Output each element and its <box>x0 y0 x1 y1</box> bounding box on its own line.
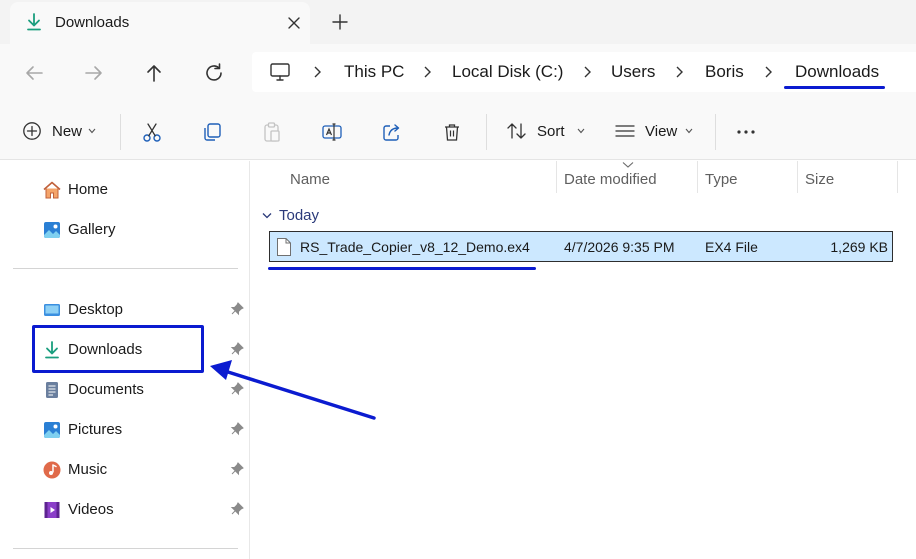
delete-trash-icon[interactable] <box>441 121 463 143</box>
share-icon[interactable] <box>381 121 403 143</box>
column-separator[interactable] <box>897 161 898 193</box>
breadcrumb-local-disk[interactable]: Local Disk (C:) <box>452 62 563 82</box>
sort-arrows-icon <box>507 123 526 139</box>
refresh-icon[interactable] <box>202 61 226 85</box>
file-size: 1,269 KB <box>830 239 888 255</box>
home-icon <box>43 181 61 199</box>
chevron-right-icon[interactable] <box>674 65 684 79</box>
sidebar-item-label: Documents <box>68 381 144 398</box>
column-header-type[interactable]: Type <box>705 171 738 188</box>
rename-icon[interactable] <box>321 121 343 143</box>
column-separator[interactable] <box>797 161 798 193</box>
chevron-down-icon <box>262 213 272 219</box>
sidebar-item-label: Pictures <box>68 421 123 438</box>
navigation-bar: This PC Local Disk (C:) Users Boris Down… <box>0 44 916 102</box>
paste-icon[interactable] <box>261 121 283 143</box>
column-separator[interactable] <box>556 161 557 193</box>
chevron-down-icon <box>685 128 693 134</box>
sidebar-item-label: Music <box>68 461 108 478</box>
more-options-icon[interactable] <box>735 121 757 143</box>
pin-icon[interactable] <box>230 342 244 356</box>
file-date-modified: 4/7/2026 9:35 PM <box>564 239 675 255</box>
chevron-down-icon <box>577 128 584 134</box>
toolbar-divider <box>120 114 121 150</box>
sidebar-divider <box>13 268 238 269</box>
breadcrumb-this-pc[interactable]: This PC <box>344 62 404 82</box>
tab-bar: Downloads <box>0 0 916 44</box>
file-icon <box>277 238 291 256</box>
column-header-date-modified[interactable]: Date modified <box>564 171 657 188</box>
breadcrumb-boris[interactable]: Boris <box>705 62 744 82</box>
pin-icon[interactable] <box>230 382 244 396</box>
sidebar-item-desktop[interactable]: Desktop <box>40 298 250 322</box>
pin-icon[interactable] <box>230 422 244 436</box>
pictures-icon <box>44 422 60 438</box>
view-button[interactable]: View <box>614 121 693 141</box>
sidebar-item-videos[interactable]: Videos <box>40 498 250 522</box>
sidebar-item-music[interactable]: Music <box>40 458 250 482</box>
pin-icon[interactable] <box>230 302 244 316</box>
pin-icon[interactable] <box>230 502 244 516</box>
new-button-label: New <box>52 122 83 140</box>
chevron-right-icon[interactable] <box>422 65 432 79</box>
sort-button[interactable]: Sort <box>506 121 585 141</box>
view-button-label: View <box>645 122 678 140</box>
sidebar-item-pictures[interactable]: Pictures <box>40 418 250 442</box>
gallery-icon <box>44 222 60 238</box>
view-lines-icon <box>615 125 635 137</box>
documents-icon <box>46 382 58 398</box>
sidebar-item-gallery[interactable]: Gallery <box>40 218 250 242</box>
file-type: EX4 File <box>705 239 758 255</box>
sort-button-label: Sort <box>537 122 565 140</box>
annotation-highlight-box <box>32 325 204 373</box>
new-button[interactable]: New <box>22 121 96 141</box>
close-icon[interactable] <box>284 13 304 33</box>
forward-arrow-icon[interactable] <box>82 61 106 85</box>
chevron-right-icon[interactable] <box>763 65 773 79</box>
sidebar-item-label: Home <box>68 181 109 198</box>
sidebar-item-label: Desktop <box>68 301 124 318</box>
file-list: Name Date modified Type Size Today RS_Tr… <box>251 161 916 559</box>
chevron-right-icon[interactable] <box>582 65 592 79</box>
breadcrumb-users[interactable]: Users <box>611 62 655 82</box>
tab-downloads[interactable]: Downloads <box>10 2 310 44</box>
sidebar-item-home[interactable]: Home <box>40 178 250 202</box>
breadcrumb-downloads[interactable]: Downloads <box>795 62 879 82</box>
monitor-icon[interactable] <box>269 61 291 83</box>
sidebar-item-label: Videos <box>68 501 114 518</box>
group-label: Today <box>279 207 320 224</box>
address-bar[interactable]: This PC Local Disk (C:) Users Boris Down… <box>252 52 916 92</box>
sidebar-item-label: Gallery <box>68 221 116 238</box>
copy-icon[interactable] <box>201 121 223 143</box>
chevron-down-icon <box>88 128 96 134</box>
download-icon <box>27 13 41 31</box>
column-header-size[interactable]: Size <box>805 171 834 188</box>
back-arrow-icon[interactable] <box>22 61 46 85</box>
videos-icon <box>44 502 60 518</box>
tab-title: Downloads <box>55 14 130 31</box>
annotation-underline <box>268 267 536 270</box>
pin-icon[interactable] <box>230 462 244 476</box>
annotation-underline <box>784 86 885 89</box>
music-icon <box>43 461 61 479</box>
toolbar-divider <box>715 114 716 150</box>
desktop-folder-icon <box>44 304 60 316</box>
column-separator[interactable] <box>697 161 698 193</box>
file-name: RS_Trade_Copier_v8_12_Demo.ex4 <box>300 239 530 255</box>
sidebar-divider <box>13 548 238 549</box>
toolbar-divider <box>486 114 487 150</box>
up-arrow-icon[interactable] <box>142 61 166 85</box>
column-header-name[interactable]: Name <box>290 171 330 188</box>
new-tab-plus-icon[interactable] <box>330 12 350 32</box>
add-circle-icon <box>23 122 41 140</box>
sort-descending-caret-icon <box>622 162 634 168</box>
command-bar: New Sort View <box>0 102 916 160</box>
cut-icon[interactable] <box>141 121 163 143</box>
sidebar-item-documents[interactable]: Documents <box>40 378 250 402</box>
file-row[interactable]: RS_Trade_Copier_v8_12_Demo.ex4 4/7/2026 … <box>269 231 893 262</box>
chevron-right-icon[interactable] <box>312 65 322 79</box>
